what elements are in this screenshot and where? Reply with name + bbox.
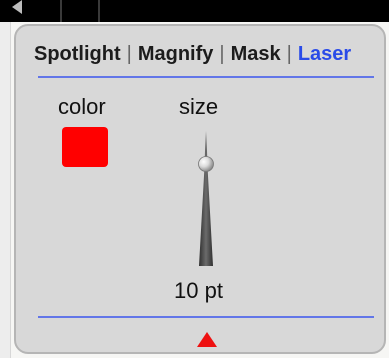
tab-separator: | xyxy=(219,42,225,65)
size-slider[interactable] xyxy=(191,131,221,266)
size-value: 10 pt xyxy=(174,278,223,303)
color-swatch-button[interactable] xyxy=(62,127,108,167)
tab-separator: | xyxy=(286,42,292,65)
tab-magnify[interactable]: Magnify xyxy=(133,39,219,69)
tab-spotlight[interactable]: Spotlight xyxy=(34,39,126,69)
slider-track xyxy=(199,131,213,266)
tab-separator: | xyxy=(126,42,132,65)
laser-settings-panel: Spotlight | Magnify | Mask | Laser color… xyxy=(14,24,386,354)
left-edge xyxy=(0,22,11,358)
size-label: size xyxy=(179,94,219,119)
top-divider xyxy=(38,76,374,78)
top-bar-divider xyxy=(60,0,62,22)
corner-arrow-icon xyxy=(12,0,22,14)
top-bar-divider xyxy=(98,0,100,22)
bottom-divider xyxy=(38,316,374,318)
tool-tabs: Spotlight | Magnify | Mask | Laser xyxy=(34,38,376,70)
slider-knob[interactable] xyxy=(198,156,214,172)
color-label: color xyxy=(58,94,106,119)
tab-laser[interactable]: Laser xyxy=(293,39,356,69)
red-up-triangle-icon[interactable] xyxy=(197,332,217,347)
tab-mask[interactable]: Mask xyxy=(226,39,286,69)
laser-popup-screen: Spotlight | Magnify | Mask | Laser color… xyxy=(0,0,389,358)
top-bar xyxy=(0,0,389,22)
